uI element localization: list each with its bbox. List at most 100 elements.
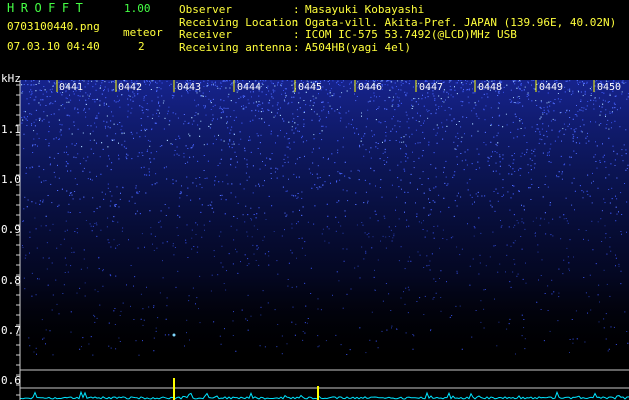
- noise-speck: [33, 351, 35, 353]
- noise-speck: [543, 109, 545, 111]
- noise-speck: [128, 200, 130, 202]
- noise-speck: [442, 100, 443, 102]
- noise-speck: [109, 191, 111, 193]
- noise-speck: [329, 105, 331, 107]
- noise-speck: [219, 106, 221, 108]
- noise-speck: [251, 96, 252, 98]
- noise-speck: [396, 196, 398, 198]
- noise-speck: [474, 227, 476, 229]
- noise-speck: [389, 89, 391, 91]
- noise-speck: [411, 104, 412, 106]
- noise-speck: [256, 248, 258, 250]
- noise-speck: [199, 198, 201, 200]
- noise-speck: [356, 128, 358, 130]
- noise-speck: [400, 297, 402, 299]
- noise-speck: [616, 109, 618, 111]
- noise-speck: [169, 120, 171, 122]
- noise-speck: [67, 114, 69, 116]
- noise-speck: [288, 138, 290, 139]
- noise-speck: [461, 82, 463, 84]
- noise-speck: [192, 145, 194, 147]
- noise-speck: [207, 80, 209, 82]
- noise-speck: [582, 197, 584, 199]
- noise-speck: [168, 106, 170, 108]
- noise-speck: [377, 259, 379, 261]
- noise-speck: [544, 184, 546, 185]
- noise-speck: [558, 176, 560, 178]
- noise-speck: [349, 87, 351, 89]
- noise-speck: [574, 114, 576, 115]
- noise-speck: [358, 133, 359, 135]
- noise-speck: [202, 92, 204, 94]
- noise-speck: [83, 109, 85, 111]
- noise-speck: [35, 202, 37, 204]
- noise-speck: [87, 125, 89, 126]
- noise-speck: [25, 111, 26, 113]
- noise-speck: [27, 84, 29, 86]
- noise-speck: [477, 161, 479, 163]
- noise-speck: [392, 237, 394, 239]
- noise-speck: [404, 170, 406, 172]
- noise-speck: [552, 102, 554, 104]
- noise-speck: [382, 141, 383, 143]
- noise-speck: [319, 118, 321, 120]
- noise-speck: [563, 218, 565, 220]
- noise-speck: [281, 235, 283, 237]
- noise-speck: [111, 81, 112, 83]
- noise-speck: [534, 88, 536, 90]
- noise-speck: [35, 96, 37, 98]
- noise-speck: [146, 286, 147, 288]
- noise-speck: [461, 348, 463, 350]
- noise-speck: [447, 183, 449, 185]
- noise-speck: [49, 257, 50, 259]
- noise-speck: [489, 200, 491, 202]
- noise-speck: [265, 94, 267, 96]
- noise-speck: [420, 125, 422, 126]
- noise-speck: [621, 149, 623, 151]
- noise-speck: [479, 254, 481, 256]
- noise-speck: [298, 130, 300, 132]
- noise-speck: [118, 154, 119, 156]
- noise-speck: [232, 82, 234, 84]
- noise-speck: [436, 109, 437, 111]
- noise-speck: [387, 84, 389, 86]
- noise-speck: [45, 343, 46, 345]
- noise-speck: [446, 91, 448, 93]
- noise-speck: [210, 123, 212, 125]
- noise-speck: [213, 255, 215, 257]
- noise-speck: [411, 108, 413, 109]
- noise-speck: [587, 239, 589, 241]
- noise-speck: [605, 166, 607, 168]
- noise-speck: [274, 90, 276, 92]
- noise-speck: [156, 89, 158, 91]
- noise-speck: [541, 128, 543, 130]
- noise-speck: [270, 80, 272, 82]
- noise-speck: [344, 175, 346, 177]
- noise-speck: [373, 134, 375, 136]
- noise-speck: [395, 225, 397, 227]
- noise-speck: [93, 153, 95, 155]
- noise-speck: [607, 101, 609, 103]
- noise-speck: [58, 109, 60, 111]
- noise-speck: [256, 133, 258, 135]
- noise-speck: [131, 196, 133, 198]
- noise-speck: [38, 137, 40, 139]
- noise-speck: [248, 102, 250, 104]
- noise-speck: [53, 171, 55, 173]
- noise-speck: [57, 153, 59, 154]
- noise-speck: [502, 154, 504, 156]
- noise-speck: [412, 86, 414, 88]
- noise-speck: [419, 115, 421, 117]
- noise-speck: [141, 106, 143, 108]
- noise-speck: [36, 133, 38, 135]
- noise-speck: [108, 155, 110, 157]
- noise-speck: [253, 225, 255, 227]
- noise-speck: [421, 222, 422, 224]
- noise-speck: [231, 143, 233, 145]
- noise-speck: [186, 332, 187, 334]
- noise-speck: [424, 97, 426, 99]
- noise-speck: [35, 84, 37, 85]
- noise-speck: [359, 144, 360, 146]
- noise-speck: [428, 141, 430, 143]
- noise-speck: [203, 105, 205, 107]
